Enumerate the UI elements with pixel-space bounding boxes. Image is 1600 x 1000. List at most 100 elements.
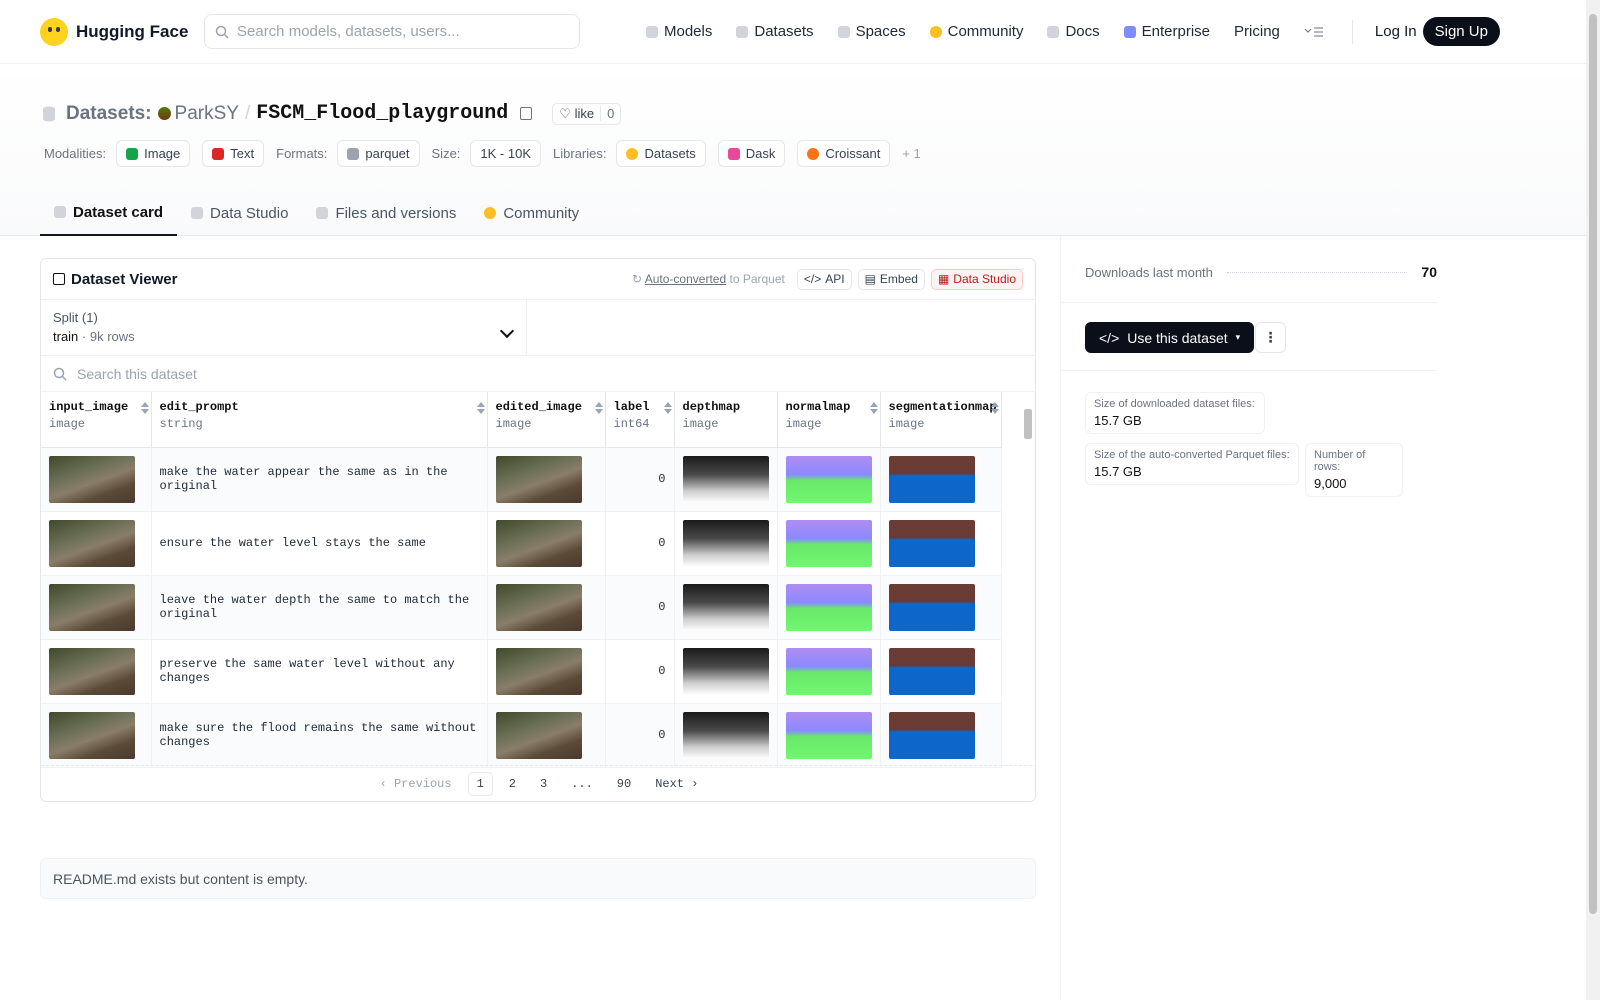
page-3[interactable]: 3 — [532, 773, 555, 795]
table-row[interactable]: make the water appear the same as in the… — [41, 447, 1002, 512]
column-header-edited-image[interactable]: edited_image image — [487, 392, 606, 448]
split-selector[interactable]: Split (1) train · 9k rows — [41, 300, 527, 355]
nav-pricing[interactable]: Pricing — [1234, 23, 1280, 40]
tab-data-studio[interactable]: Data Studio — [177, 190, 302, 236]
depthmap-thumbnail[interactable] — [682, 455, 769, 503]
edited-image-thumbnail[interactable] — [495, 583, 582, 631]
global-search-input[interactable] — [237, 23, 557, 40]
edited-image-thumbnail[interactable] — [495, 519, 582, 567]
edit-prompt-cell[interactable]: ensure the water level stays the same — [151, 511, 488, 576]
previous-page-button[interactable]: ‹ Previous — [372, 773, 460, 795]
label-cell[interactable]: 0 — [605, 639, 675, 704]
signup-button[interactable]: Sign Up — [1422, 17, 1500, 46]
tab-dataset-card[interactable]: Dataset card — [40, 190, 178, 236]
edited-image-thumbnail[interactable] — [495, 711, 582, 759]
more-menu-icon[interactable] — [1304, 26, 1324, 38]
owner-avatar — [157, 107, 171, 120]
input-image-thumbnail[interactable] — [49, 455, 135, 503]
nav-spaces[interactable]: Spaces — [837, 23, 906, 40]
next-page-button[interactable]: Next › — [647, 773, 706, 795]
edit-prompt-cell[interactable]: make the water appear the same as in the… — [151, 447, 488, 512]
nav-community[interactable]: Community — [929, 23, 1023, 40]
table-scrollbar-thumb[interactable] — [1024, 409, 1032, 439]
repo-type-label[interactable]: Datasets: — [66, 103, 152, 125]
edit-prompt-cell[interactable]: leave the water depth the same to match … — [151, 575, 488, 640]
segmentationmap-thumbnail[interactable] — [888, 647, 975, 695]
normalmap-thumbnail[interactable] — [785, 455, 872, 503]
page-scrollbar[interactable] — [1586, 0, 1600, 1000]
table-row[interactable]: ensure the water level stays the same 0 — [41, 511, 1002, 576]
column-header-normalmap[interactable]: normalmap image — [777, 392, 881, 448]
edit-prompt-cell[interactable]: preserve the same water level without an… — [151, 639, 488, 704]
data-studio-button[interactable]: ▦ Data Studio — [930, 268, 1023, 290]
repo-owner[interactable]: ParkSY — [157, 103, 239, 125]
input-image-thumbnail[interactable] — [49, 519, 135, 567]
page-1[interactable]: 1 — [467, 771, 493, 796]
table-scrollbar[interactable] — [1023, 395, 1033, 763]
login-link[interactable]: Log In — [1375, 23, 1417, 40]
dataset-search-input[interactable] — [77, 365, 477, 382]
api-button[interactable]: </> API — [796, 268, 852, 290]
column-header-edit-prompt[interactable]: edit_prompt string — [151, 392, 488, 448]
depthmap-thumbnail[interactable] — [682, 647, 769, 695]
label-cell[interactable]: 0 — [605, 447, 675, 512]
edited-image-thumbnail[interactable] — [495, 647, 582, 695]
tag-library-dask[interactable]: Dask — [717, 140, 786, 167]
tag-size[interactable]: 1K - 10K — [470, 140, 542, 167]
input-image-thumbnail[interactable] — [49, 583, 135, 631]
tag-library-datasets[interactable]: Datasets — [616, 140, 706, 167]
more-libraries[interactable]: + 1 — [902, 146, 920, 161]
copy-icon[interactable] — [520, 107, 533, 120]
nav-enterprise[interactable]: Enterprise — [1123, 23, 1210, 40]
segmentationmap-thumbnail[interactable] — [888, 583, 975, 631]
normalmap-thumbnail[interactable] — [785, 519, 872, 567]
text-icon — [212, 147, 225, 160]
depthmap-thumbnail[interactable] — [682, 711, 769, 759]
use-dataset-button[interactable]: </> Use this dataset ▾ — [1085, 322, 1255, 353]
normalmap-thumbnail[interactable] — [785, 647, 872, 695]
depthmap-thumbnail[interactable] — [682, 583, 769, 631]
column-header-segmentationmap[interactable]: segmentationmap image — [880, 392, 1002, 448]
tag-format-parquet[interactable]: parquet — [337, 140, 420, 167]
input-image-thumbnail[interactable] — [49, 647, 135, 695]
repo-tabs: Dataset card Data Studio Files and versi… — [40, 190, 593, 236]
embed-button[interactable]: ▤ Embed — [857, 268, 925, 290]
page-scrollbar-thumb[interactable] — [1589, 14, 1597, 914]
column-header-label[interactable]: label int64 — [605, 392, 675, 448]
depthmap-thumbnail[interactable] — [682, 519, 769, 567]
nav-datasets[interactable]: Datasets — [736, 23, 814, 40]
auto-converted-note[interactable]: ↻ Auto-converted to Parquet — [632, 272, 785, 286]
label-cell[interactable]: 0 — [605, 575, 675, 640]
normalmap-thumbnail[interactable] — [785, 583, 872, 631]
edited-image-thumbnail[interactable] — [495, 455, 582, 503]
page-2[interactable]: 2 — [501, 773, 524, 795]
global-search[interactable] — [204, 14, 580, 49]
label-cell[interactable]: 0 — [605, 511, 675, 576]
like-button[interactable]: ♡ like 0 — [552, 102, 622, 125]
segmentationmap-thumbnail[interactable] — [888, 519, 975, 567]
segmentationmap-thumbnail[interactable] — [888, 711, 975, 759]
edit-prompt-cell[interactable]: make sure the flood remains the same wit… — [151, 703, 488, 768]
table-row[interactable]: preserve the same water level without an… — [41, 639, 1002, 704]
page-90[interactable]: 90 — [609, 773, 639, 795]
tag-library-croissant[interactable]: Croissant — [797, 140, 891, 167]
normalmap-thumbnail[interactable] — [785, 711, 872, 759]
label-cell[interactable]: 0 — [605, 703, 675, 768]
input-image-thumbnail[interactable] — [49, 711, 135, 759]
brand-logo[interactable]: Hugging Face — [40, 17, 204, 46]
tab-files[interactable]: Files and versions — [302, 190, 470, 236]
tag-modality-text[interactable]: Text — [202, 140, 265, 167]
dask-icon — [727, 147, 740, 160]
table-row[interactable]: leave the water depth the same to match … — [41, 575, 1002, 640]
column-header-depthmap[interactable]: depthmap image — [674, 392, 778, 448]
segmentationmap-thumbnail[interactable] — [888, 455, 975, 503]
repo-name[interactable]: FSCM_Flood_playground — [256, 102, 508, 125]
table-row[interactable]: make sure the flood remains the same wit… — [41, 703, 1002, 768]
nav-models[interactable]: Models — [646, 23, 712, 40]
tab-community[interactable]: Community — [470, 190, 593, 236]
tag-modality-image[interactable]: Image — [116, 140, 191, 167]
chevron-down-icon: ▾ — [1235, 332, 1241, 342]
nav-docs[interactable]: Docs — [1047, 23, 1100, 40]
more-options-button[interactable]: ⋮ — [1255, 322, 1286, 353]
column-header-input-image[interactable]: input_image image — [41, 392, 152, 448]
